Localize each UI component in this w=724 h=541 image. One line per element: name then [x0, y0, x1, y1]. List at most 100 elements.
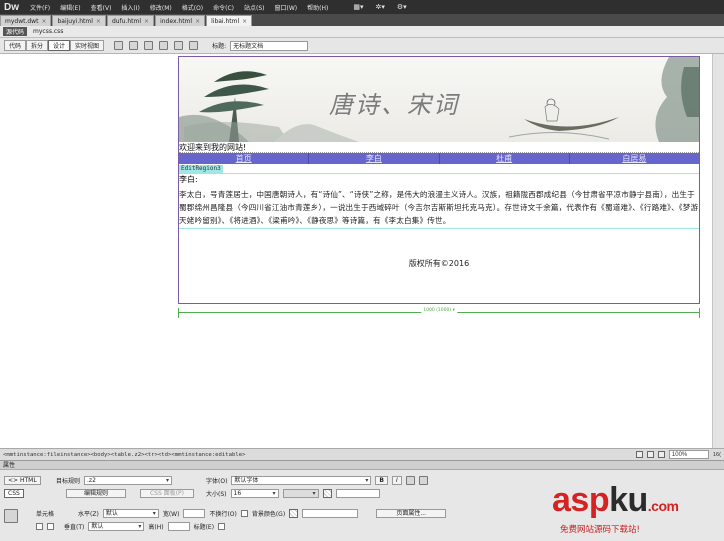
- refresh-icon[interactable]: [189, 41, 199, 50]
- close-icon[interactable]: ×: [96, 18, 101, 25]
- tag-selector[interactable]: <mmtinstance:fileinstance><body><table.z…: [3, 452, 245, 458]
- italic-button[interactable]: I: [391, 476, 402, 485]
- target-rule-row: 目标规则 .z2: [56, 476, 173, 485]
- watermark-asp: asp: [552, 481, 610, 519]
- header-label: 标题(E): [193, 524, 215, 531]
- merge-cells-icon[interactable]: [36, 523, 43, 530]
- cell-width-input[interactable]: [183, 509, 206, 518]
- html-mode-button[interactable]: <> HTML: [4, 476, 41, 485]
- split-view-button[interactable]: 拆分: [26, 40, 49, 51]
- table-width-label[interactable]: 1000 (1000) ▾: [421, 308, 457, 313]
- close-icon[interactable]: ×: [242, 18, 247, 25]
- tab-dufu[interactable]: dufu.html ×: [106, 15, 155, 26]
- close-icon[interactable]: ×: [144, 18, 149, 25]
- layout-icon[interactable]: ▦▾: [347, 3, 369, 11]
- document-tabs: mydwt.dwt × baijuyi.html × dufu.html × inde…: [0, 14, 724, 26]
- menu-insert[interactable]: 插入(I): [116, 3, 144, 12]
- header-checkbox[interactable]: [218, 523, 226, 530]
- bg-color-input[interactable]: [302, 509, 359, 518]
- w3c-validation-icon[interactable]: [159, 41, 169, 50]
- status-bar: <mmtinstance:fileinstance><body><table.z…: [0, 448, 724, 460]
- related-files-bar: 源代码 mycss.css: [0, 26, 724, 38]
- tab-index[interactable]: index.html ×: [155, 15, 206, 26]
- watermark-subtitle: 免费网站源码下载站!: [560, 525, 640, 535]
- menu-window[interactable]: 窗口(W): [270, 3, 303, 12]
- css-file-link[interactable]: mycss.css: [33, 28, 63, 35]
- select-tool-icon[interactable]: [635, 451, 643, 458]
- zoom-select[interactable]: 100%: [668, 450, 709, 459]
- multiscreen-icon[interactable]: [114, 41, 124, 50]
- vert-align-select[interactable]: 默认: [88, 522, 145, 531]
- text-color-input[interactable]: [335, 489, 380, 498]
- nav-link-home[interactable]: 首页: [179, 153, 310, 164]
- props-row-html: <> HTML: [4, 476, 41, 485]
- hand-tool-icon[interactable]: [646, 451, 654, 458]
- props-row-css: CSS: [4, 489, 24, 498]
- visual-aids-icon[interactable]: [174, 41, 184, 50]
- menu-file[interactable]: 文件(F): [25, 3, 55, 12]
- site-manage-icon[interactable]: ⚙▾: [391, 3, 413, 11]
- design-canvas[interactable]: 唐诗、宋词 欢迎来到我的网站! 首页 李白 杜甫 白居易 EditRegion3…: [0, 54, 712, 448]
- css-panel-button[interactable]: CSS 面板(P): [140, 489, 194, 498]
- align-center-icon[interactable]: [418, 476, 428, 485]
- bold-button[interactable]: B: [375, 476, 388, 485]
- editable-region[interactable]: 李白: 李太白，号青莲居士，中国唐朝诗人，有“诗仙”、“诗侠”之称，是伟大的浪漫…: [179, 173, 699, 229]
- nav-link-baijuyi[interactable]: 白居易: [570, 153, 699, 164]
- menu-help[interactable]: 帮助(H): [302, 3, 333, 12]
- font-label: 字体(O): [206, 478, 228, 485]
- align-left-icon[interactable]: [405, 476, 415, 485]
- title-label: 标题:: [212, 43, 227, 50]
- browser-preview-icon[interactable]: [129, 41, 139, 50]
- close-icon[interactable]: ×: [41, 18, 46, 25]
- aspku-watermark: aspku.com 免费网站源码下载站!: [552, 483, 724, 541]
- copyright-footer: 版权所有©2016: [408, 259, 470, 268]
- target-rule-select[interactable]: .z2: [84, 476, 173, 485]
- close-icon[interactable]: ×: [195, 18, 200, 25]
- menu-commands[interactable]: 命令(C): [208, 3, 239, 12]
- tab-baijuyi[interactable]: baijuyi.html ×: [52, 15, 106, 26]
- tab-label: libai.html: [211, 18, 240, 25]
- menu-site[interactable]: 站点(S): [239, 3, 270, 12]
- page-properties-button[interactable]: 页面属性...: [376, 509, 447, 518]
- cell-label: 单元格: [36, 511, 55, 518]
- bg-color-label: 背景颜色(G): [251, 511, 286, 518]
- zoom-tool-icon[interactable]: [657, 451, 665, 458]
- file-management-icon[interactable]: [144, 41, 154, 50]
- edit-rule-button[interactable]: 编辑规则: [66, 489, 126, 498]
- live-view-button[interactable]: 实时视图: [70, 40, 105, 51]
- document-title-input[interactable]: 无标题文档: [230, 40, 309, 51]
- cell-icon-row: [4, 509, 18, 523]
- tab-mydwt[interactable]: mydwt.dwt ×: [0, 15, 52, 26]
- menu-edit[interactable]: 编辑(E): [55, 3, 85, 12]
- cell-vert-row: 垂直(T) 默认 高(H) 标题(E): [36, 522, 226, 531]
- dreamweaver-logo: Dw: [4, 1, 19, 13]
- split-cells-icon[interactable]: [47, 523, 54, 530]
- bg-color-swatch[interactable]: [289, 509, 299, 518]
- text-color-swatch[interactable]: [322, 489, 332, 498]
- size-unit-select[interactable]: [282, 489, 319, 498]
- source-code-button[interactable]: 源代码: [3, 27, 28, 36]
- poet-heading: 李白:: [179, 175, 198, 184]
- nav-link-dufu[interactable]: 杜甫: [440, 153, 570, 164]
- watermark-ku: ku: [609, 481, 648, 519]
- menu-modify[interactable]: 修改(M): [145, 3, 177, 12]
- menu-view[interactable]: 查看(V): [86, 3, 117, 12]
- cell-height-input[interactable]: [167, 522, 190, 531]
- horz-align-select[interactable]: 默认: [102, 509, 159, 518]
- tab-libai[interactable]: libai.html ×: [206, 15, 253, 26]
- code-view-button[interactable]: 代码: [4, 40, 27, 51]
- size-select[interactable]: 16: [230, 489, 279, 498]
- vertical-scrollbar[interactable]: [712, 54, 724, 448]
- editable-region-tab[interactable]: EditRegion3: [179, 165, 223, 173]
- menu-format[interactable]: 格式(O): [177, 3, 208, 12]
- nav-link-libai[interactable]: 李白: [309, 153, 440, 164]
- nowrap-checkbox[interactable]: [240, 510, 248, 517]
- font-select[interactable]: 默认字体: [231, 476, 372, 485]
- css-mode-button[interactable]: CSS: [4, 489, 24, 498]
- design-view-button[interactable]: 设计: [48, 40, 71, 51]
- size-label: 大小(S): [206, 491, 227, 498]
- extend-icon[interactable]: ✲▾: [369, 3, 390, 11]
- cell-horz-row: 单元格 水平(Z) 默认 宽(W) 不换行(O) 背景颜色(G) 页面属性...: [36, 509, 447, 518]
- table-width-ruler[interactable]: 1000 (1000) ▾: [178, 308, 700, 318]
- properties-header: 属性: [0, 461, 724, 470]
